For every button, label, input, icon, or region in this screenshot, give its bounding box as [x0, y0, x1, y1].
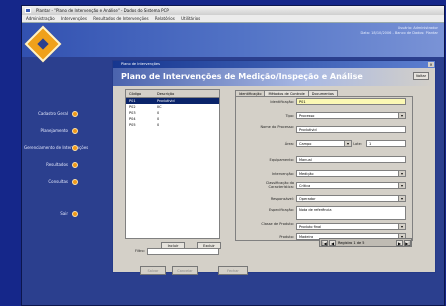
- back-button[interactable]: Voltar: [413, 72, 429, 80]
- app-title: Plantar - "Plano de Intervenção e Anális…: [36, 8, 169, 13]
- equipamento-field[interactable]: Manual: [296, 156, 406, 163]
- cell-descricao: 0: [157, 123, 160, 127]
- sidebar-item-consultas[interactable]: Consultas: [24, 177, 80, 187]
- bullet-icon: [72, 128, 78, 134]
- sidebar-item-planejamento[interactable]: Planejamento: [24, 126, 80, 136]
- tipo-select[interactable]: Processo: [296, 112, 406, 119]
- bullet-icon: [72, 179, 78, 185]
- salvar-button[interactable]: Salvar: [140, 266, 166, 275]
- menu-bar: Administração Intervenções Resultados de…: [22, 15, 444, 23]
- fechar-button[interactable]: Fechar: [218, 266, 248, 275]
- sidebar-item-gerenciamento[interactable]: Gerenciamento de Intervenções: [24, 143, 88, 153]
- form-header: Plano de Intervenções de Medição/Inspeçã…: [113, 68, 435, 86]
- column-header-descricao[interactable]: Descrição: [154, 90, 214, 98]
- nome-processo-field[interactable]: Produtivid: [296, 126, 406, 133]
- sidebar-item-label: Gerenciamento de Intervenções: [24, 145, 89, 150]
- menu-item-relatorios[interactable]: Relatórios: [155, 16, 175, 21]
- sidebar-item-label: Planejamento: [40, 128, 68, 133]
- sidebar-item-label: Resultados: [46, 162, 68, 167]
- record-list: Código Descrição P01 Produtivid P02 IIC P03…: [125, 89, 220, 239]
- filter-input[interactable]: [147, 248, 219, 255]
- responsavel-select[interactable]: Operador: [296, 195, 406, 202]
- menu-item-resultados[interactable]: Resultados de Intervenções: [93, 16, 148, 21]
- window-title-bar: Plano de Intervenções ×: [113, 61, 435, 68]
- lote-field[interactable]: 1: [366, 140, 406, 147]
- intervencao-select[interactable]: Medição: [296, 170, 406, 177]
- cell-codigo: P05: [129, 123, 136, 127]
- list-header: Código Descrição: [126, 90, 219, 98]
- header-banner: Usuário: Administrador Data: 18/10/2006 …: [22, 23, 444, 57]
- nome-processo-label: Nome do Processo:: [260, 125, 294, 129]
- bullet-icon: [72, 211, 78, 217]
- menu-item-administracao[interactable]: Administração: [26, 16, 55, 21]
- responsavel-label: Responsável:: [270, 197, 294, 201]
- identificacao-field[interactable]: P01: [296, 98, 406, 105]
- classe-produto-select[interactable]: Produto final: [296, 223, 406, 230]
- sidebar-item-label: Consultas: [48, 179, 68, 184]
- menu-item-intervencoes[interactable]: Intervenções: [61, 16, 87, 21]
- close-icon[interactable]: ×: [428, 62, 434, 67]
- identificacao-panel: Identificação: P01 Tipo: Processo Nome d…: [235, 96, 413, 241]
- intervencao-label: Intervenção:: [271, 172, 294, 176]
- next-record-icon[interactable]: ▶: [396, 240, 403, 246]
- sidebar-item-cadastro[interactable]: Cadastro Geral: [24, 109, 80, 119]
- bullet-icon: [72, 162, 78, 168]
- sidebar-item-label: Sair: [60, 211, 68, 216]
- identificacao-label: Identificação:: [270, 100, 294, 104]
- sidebar-item-label: Cadastro Geral: [38, 111, 68, 116]
- especificacao-label: Especificação:: [269, 208, 294, 212]
- record-navigator: |◀ ◀ Registro 1 de 5 ▶ ▶|: [319, 238, 412, 247]
- classificacao-select[interactable]: Crítica: [296, 182, 406, 189]
- produto-label: Produto:: [279, 235, 294, 239]
- record-position: Registro 1 de 5: [338, 241, 365, 245]
- last-record-icon[interactable]: ▶|: [404, 240, 411, 246]
- window-title: Plano de Intervenções: [121, 62, 160, 66]
- lote-label: Lote:: [353, 142, 362, 146]
- cancelar-button[interactable]: Cancelar: [172, 266, 198, 275]
- page-title: Plano de Intervenções de Medição/Inspeçã…: [121, 72, 363, 81]
- filter-label: Filtro:: [135, 249, 145, 253]
- column-header-codigo[interactable]: Código: [126, 90, 154, 98]
- bullet-icon: [72, 111, 78, 117]
- bullet-icon: [72, 145, 78, 151]
- sidebar-item-sair[interactable]: Sair: [24, 209, 80, 219]
- app-title-bar: Plantar - "Plano de Intervenção e Anális…: [22, 6, 444, 15]
- user-info: Usuário: Administrador: [397, 26, 438, 30]
- prev-record-icon[interactable]: ◀: [329, 240, 336, 246]
- classificacao-label: Classificação da Característica:: [265, 181, 294, 189]
- equipamento-label: Equipamento:: [269, 158, 294, 162]
- app-icon: [25, 8, 31, 13]
- sidebar-item-resultados[interactable]: Resultados: [24, 160, 80, 170]
- classe-produto-label: Classe de Produto:: [261, 222, 294, 226]
- database-info: Data: 18/10/2006 - Banco de Dados: Plant…: [360, 31, 438, 35]
- menu-item-utilitarios[interactable]: Utilitários: [181, 16, 200, 21]
- desktop-background: Plantar - "Plano de Intervenção e Anális…: [0, 0, 446, 306]
- first-record-icon[interactable]: |◀: [321, 240, 328, 246]
- especificacao-textarea[interactable]: Nota de referência: [296, 206, 406, 220]
- tipo-label: Tipo:: [285, 114, 294, 118]
- list-item[interactable]: P05 0: [126, 122, 219, 128]
- area-label: Área:: [284, 142, 294, 146]
